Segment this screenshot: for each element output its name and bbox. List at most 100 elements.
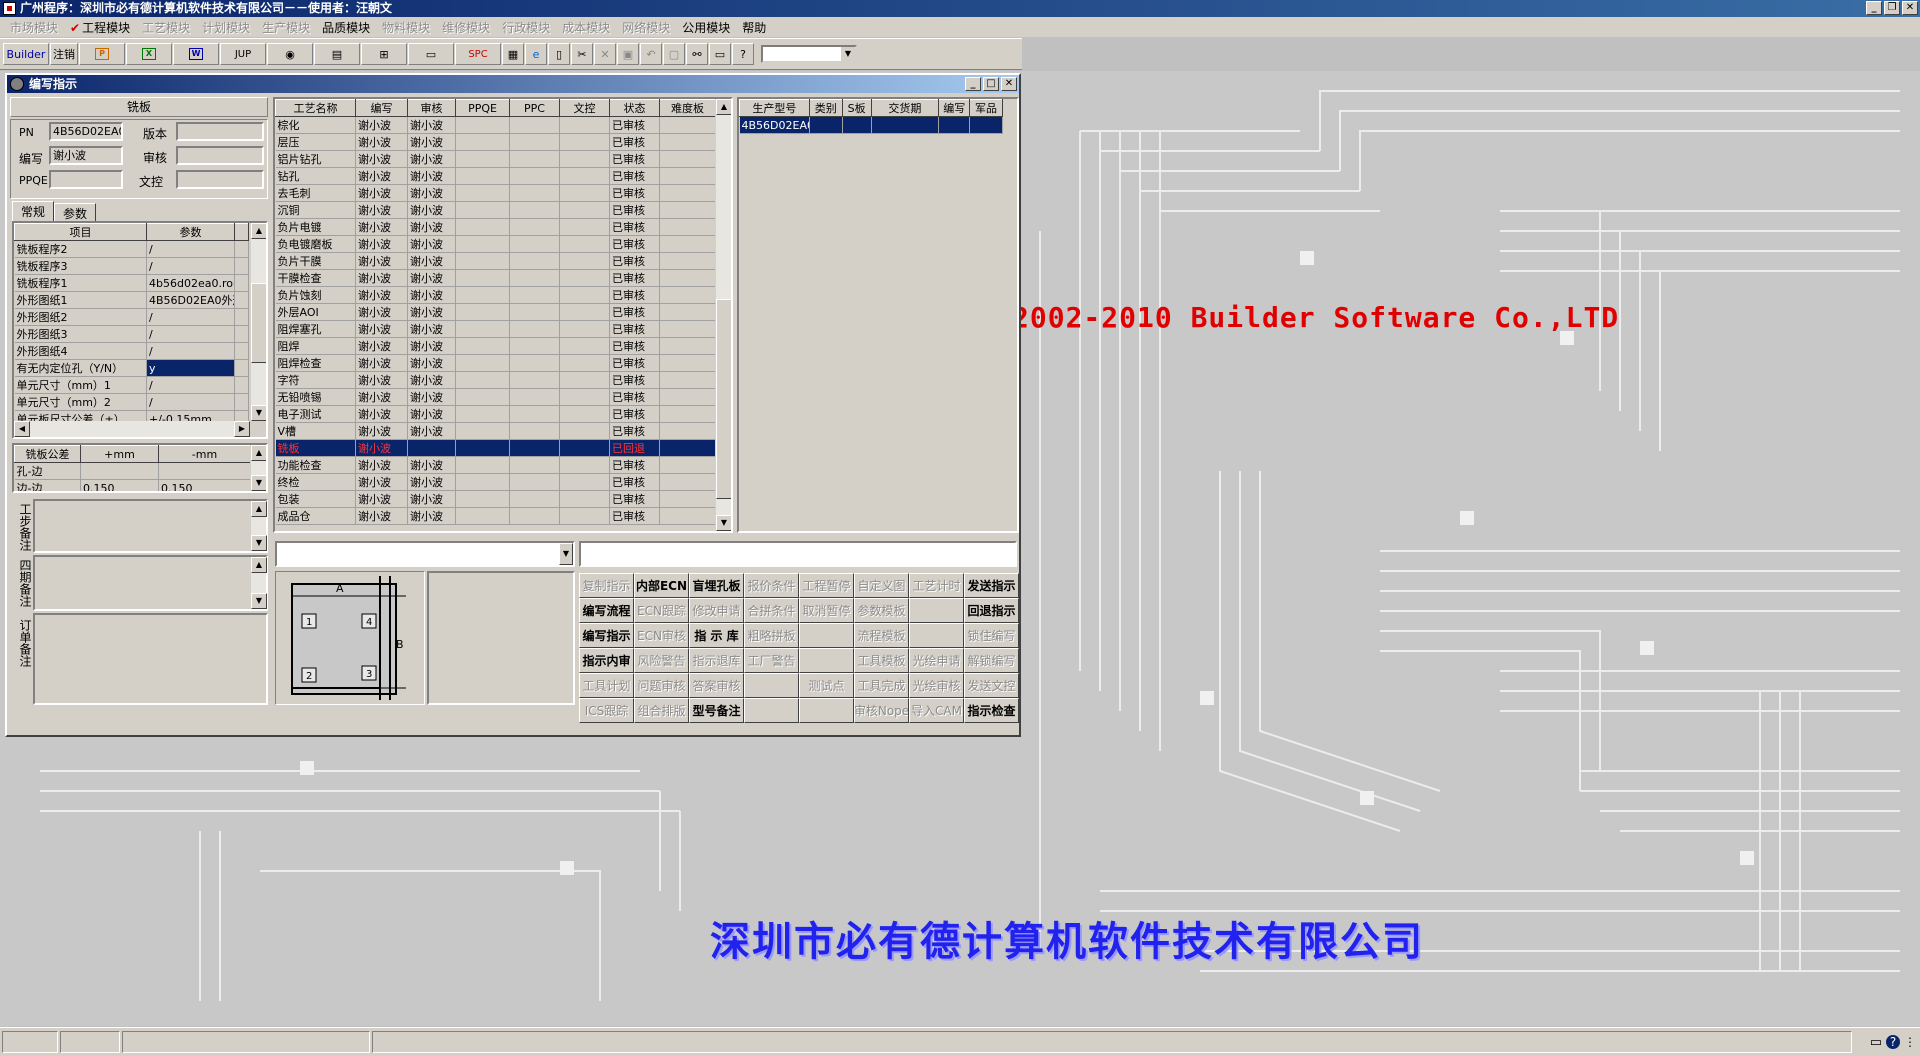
action-button-13[interactable]: 参数模板 [854, 598, 909, 623]
ie-button[interactable]: e [525, 43, 547, 65]
process-row[interactable]: 功能检查 谢小波 谢小波 已审核 [275, 456, 716, 474]
process-row[interactable]: 去毛刺 谢小波 谢小波 已审核 [275, 184, 716, 202]
param-row[interactable]: 外形图纸1 4B56D02EA0外形 [14, 291, 249, 309]
action-button-16[interactable]: 编写指示 [579, 623, 634, 648]
param-row[interactable]: 外形图纸2/ [14, 308, 249, 326]
process-row[interactable]: 铣板 谢小波 已回退 [275, 439, 716, 457]
find-button[interactable]: ⚯ [686, 43, 708, 65]
chevron-down-icon[interactable]: ▼ [559, 543, 573, 565]
process-col-5[interactable]: 文控 [559, 99, 610, 117]
action-button-47[interactable]: 指示检查 [964, 698, 1019, 723]
action-button-6[interactable]: 工艺计时 [909, 573, 964, 598]
process-col-3[interactable]: PPQE [455, 99, 510, 117]
action-button-5[interactable]: 自定义图 [854, 573, 909, 598]
param-row[interactable]: 单元尺寸（mm）2/ [14, 393, 249, 411]
child-close-button[interactable]: ✕ [1001, 77, 1017, 91]
process-row[interactable]: 负片蚀刻 谢小波 谢小波 已审核 [275, 286, 716, 304]
pn-field[interactable]: 4B56D02EA0 [49, 122, 123, 141]
close-button[interactable]: ✕ [1902, 1, 1918, 15]
param-row[interactable]: 有无内定位孔（Y/N） y [14, 359, 249, 377]
tolerance-row[interactable]: 边-边 0.150 0.150 [14, 479, 251, 491]
action-button-25[interactable]: 风险警告 [634, 648, 689, 673]
child-maximize-button[interactable]: □ [983, 77, 999, 91]
menu-item-7[interactable]: 维修模块 [436, 19, 496, 36]
printer-tray-icon[interactable]: ▭ [1870, 1035, 1882, 1050]
book-button[interactable]: ▤ [314, 43, 360, 65]
product-col-1[interactable]: 类别 [808, 99, 843, 117]
excel-button[interactable]: X [126, 43, 172, 65]
action-button-2[interactable]: 盲埋孔板 [689, 573, 744, 598]
scroll-left-icon[interactable]: ◀ [14, 421, 30, 437]
help-button[interactable]: ? [732, 43, 754, 65]
print-button[interactable]: ▭ [709, 43, 731, 65]
menu-item-10[interactable]: 网络模块 [616, 19, 676, 36]
action-button-40[interactable]: ICS跟踪 [579, 698, 634, 723]
action-button-12[interactable]: 取消暂停 [799, 598, 854, 623]
app-title-bar[interactable]: 广州程序：深圳市必有德计算机软件技术有限公司－－使用者：汪朝文 _ ❐ ✕ [0, 0, 1920, 17]
process-col-7[interactable]: 难度板 [659, 99, 716, 117]
action-button-34[interactable]: 答案审核 [689, 673, 744, 698]
process-row[interactable]: 钻孔 谢小波 谢小波 已审核 [275, 167, 716, 185]
action-button-0[interactable]: 复制指示 [579, 573, 634, 598]
preview-button[interactable]: ▢ [663, 43, 685, 65]
instruction-text-field[interactable] [579, 541, 1017, 567]
scroll-down-icon[interactable]: ▼ [251, 405, 266, 421]
menu-item-2[interactable]: 工艺模块 [136, 19, 196, 36]
action-button-21[interactable]: 流程模板 [854, 623, 909, 648]
calc-button[interactable]: ▦ [502, 43, 524, 65]
network-button[interactable]: ⊞ [361, 43, 407, 65]
action-button-39[interactable]: 发送文控 [964, 673, 1019, 698]
action-button-15[interactable]: 回退指示 [964, 598, 1019, 623]
action-button-29[interactable]: 工具模板 [854, 648, 909, 673]
menu-item-8[interactable]: 行政模块 [496, 19, 556, 36]
menu-item-12[interactable]: 帮助 [736, 19, 772, 36]
action-button-19[interactable]: 粗略拼板 [744, 623, 799, 648]
menu-item-11[interactable]: 公用模块 [676, 19, 736, 36]
save-button[interactable]: ▣ [617, 43, 639, 65]
product-col-0[interactable]: 生产型号 [739, 99, 810, 117]
minimize-button[interactable]: _ [1866, 1, 1882, 15]
process-col-2[interactable]: 审核 [407, 99, 456, 117]
process-row[interactable]: 铝片钻孔 谢小波 谢小波 已审核 [275, 150, 716, 168]
param-row[interactable]: 铣板程序2/ [14, 240, 249, 258]
menu-item-6[interactable]: 物料模块 [376, 19, 436, 36]
product-row[interactable]: 4B56D02EA0 [739, 116, 1003, 134]
phase-memo[interactable]: ▲ ▼ [33, 555, 268, 611]
process-row[interactable]: 字符 谢小波 谢小波 已审核 [275, 371, 716, 389]
step-memo[interactable]: ▲ ▼ [33, 499, 268, 553]
order-memo[interactable] [33, 613, 268, 705]
product-col-2[interactable]: S板 [841, 99, 872, 117]
action-button-42[interactable]: 型号备注 [689, 698, 744, 723]
process-row[interactable]: 阻焊塞孔 谢小波 谢小波 已审核 [275, 320, 716, 338]
review-field[interactable] [176, 146, 264, 165]
product-col-3[interactable]: 交货期 [870, 99, 940, 117]
action-button-41[interactable]: 组合排版 [634, 698, 689, 723]
action-button-27[interactable]: 工厂警告 [744, 648, 799, 673]
process-row[interactable]: 无铅喷锡 谢小波 谢小波 已审核 [275, 388, 716, 406]
scroll-up-icon[interactable]: ▲ [716, 99, 731, 115]
scroll-right-icon[interactable]: ▶ [234, 421, 250, 437]
action-button-23[interactable]: 锁住编写 [964, 623, 1019, 648]
action-button-18[interactable]: 指 示 库 [689, 623, 744, 648]
logout-button[interactable]: 注销 [50, 43, 78, 65]
child-title-bar[interactable]: 编写指示 _ □ ✕ [7, 75, 1019, 93]
process-row[interactable]: 层压 谢小波 谢小波 已审核 [275, 133, 716, 151]
action-button-3[interactable]: 报价条件 [744, 573, 799, 598]
process-row[interactable]: 阻焊 谢小波 谢小波 已审核 [275, 337, 716, 355]
action-button-31[interactable]: 解锁编写 [964, 648, 1019, 673]
action-button-11[interactable]: 合拼条件 [744, 598, 799, 623]
process-row[interactable]: 干膜检查 谢小波 谢小波 已审核 [275, 269, 716, 287]
process-row[interactable]: 终检 谢小波 谢小波 已审核 [275, 473, 716, 491]
process-row[interactable]: 包装 谢小波 谢小波 已审核 [275, 490, 716, 508]
tolerance-vscroll[interactable]: ▲ ▼ [250, 445, 266, 491]
jup-button[interactable]: JUP [220, 43, 266, 65]
action-button-8[interactable]: 编写流程 [579, 598, 634, 623]
process-row[interactable]: 棕化 谢小波 谢小波 已审核 [275, 116, 716, 134]
view-button[interactable]: ◉ [267, 43, 313, 65]
param-row[interactable]: 外形图纸4/ [14, 342, 249, 360]
action-button-33[interactable]: 问题审核 [634, 673, 689, 698]
doc-control-field[interactable] [176, 170, 264, 189]
process-col-4[interactable]: PPC [509, 99, 560, 117]
param-col-value[interactable]: 参数 [146, 223, 235, 241]
action-button-45[interactable]: 审核Nope [854, 698, 909, 723]
